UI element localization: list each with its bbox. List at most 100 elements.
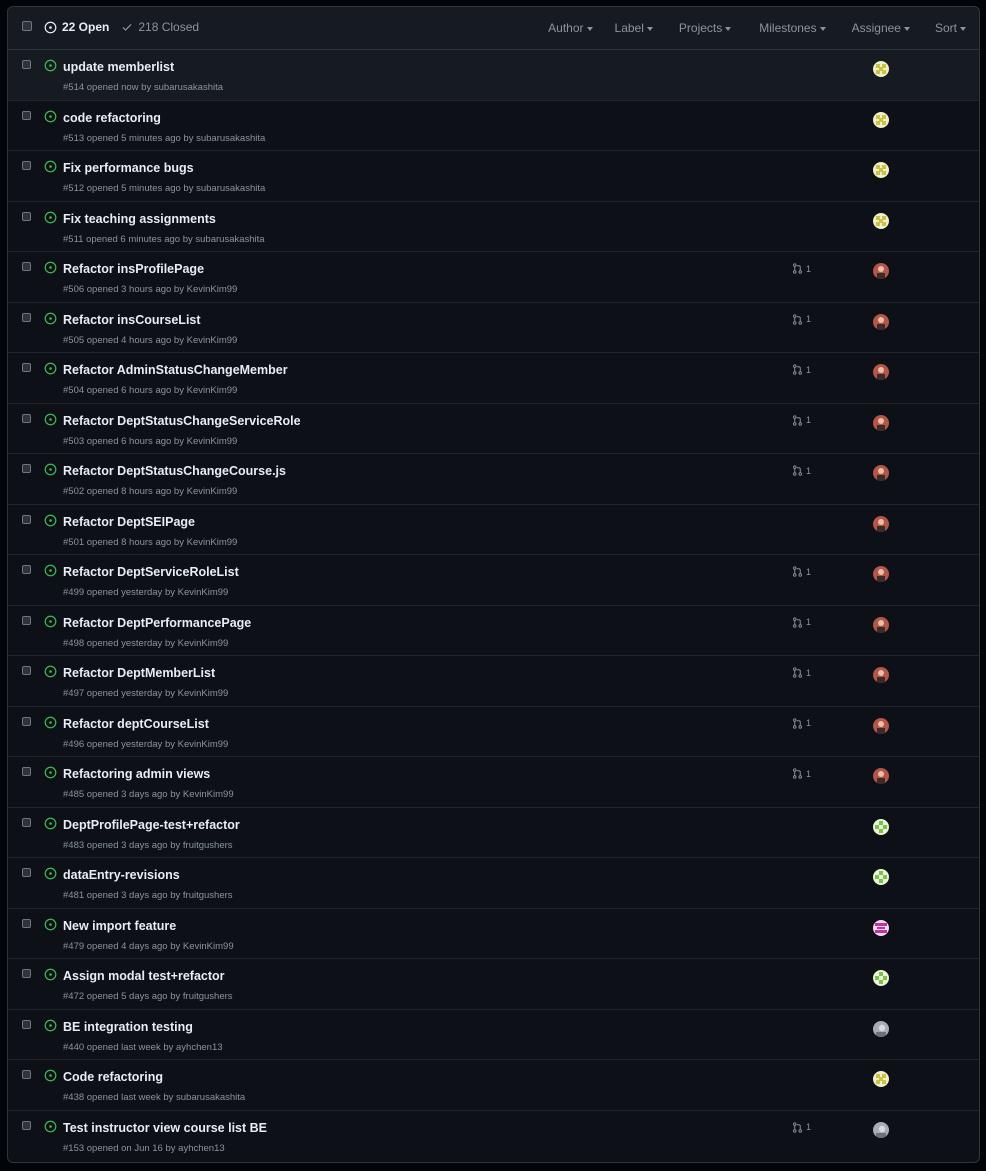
assignee-avatar[interactable] <box>873 869 889 885</box>
issue-checkbox[interactable] <box>22 716 31 726</box>
issue-checkbox[interactable] <box>22 868 31 877</box>
issue-row[interactable]: New import feature #479 opened 4 days ago… <box>8 909 979 959</box>
issue-row[interactable]: code refactoring #513 opened 5 minutes ag… <box>8 101 979 151</box>
assignee-avatar[interactable] <box>873 1020 889 1037</box>
linked-pull-requests[interactable]: 1 <box>792 616 811 628</box>
issue-title-link[interactable]: Refactor insProfilePage <box>63 262 204 276</box>
assignee-avatar[interactable] <box>873 1071 889 1087</box>
issue-title-link[interactable]: code refactoring <box>63 111 161 125</box>
issue-title-link[interactable]: Refactor DeptStatusChangeServiceRole <box>63 414 301 428</box>
issue-checkbox[interactable] <box>22 918 31 928</box>
linked-pull-requests[interactable]: 1 <box>792 414 811 426</box>
linked-pull-requests[interactable]: 1 <box>792 566 811 577</box>
issue-row[interactable]: Refactor DeptStatusChangeCourse.js #502 o… <box>8 454 979 505</box>
linked-pull-requests[interactable]: 1 <box>792 768 811 779</box>
linked-pull-requests[interactable]: 1 <box>792 1121 811 1133</box>
assignee-avatar[interactable] <box>873 364 889 380</box>
linked-pull-requests[interactable]: 1 <box>792 465 811 476</box>
assignee-filter[interactable]: Assignee <box>852 21 910 35</box>
assignee-avatar[interactable] <box>873 818 889 835</box>
issue-checkbox[interactable] <box>22 161 31 170</box>
issue-row[interactable]: Refactor insCourseList #505 opened 4 hour… <box>8 303 979 353</box>
sort-filter[interactable]: Sort <box>935 21 966 35</box>
issue-checkbox[interactable] <box>22 1019 31 1029</box>
assignee-avatar[interactable] <box>873 212 889 229</box>
closed-issues-tab[interactable]: 218 Closed <box>121 20 199 34</box>
issue-row[interactable]: DeptProfilePage-test+refactor #483 opened… <box>8 808 979 858</box>
assignee-avatar[interactable] <box>873 61 889 77</box>
assignee-avatar[interactable] <box>873 717 889 734</box>
issue-title-link[interactable]: Refactor DeptPerformancePage <box>63 616 251 630</box>
issue-row[interactable]: Code refactoring #438 opened last week by… <box>8 1060 979 1111</box>
issue-checkbox[interactable] <box>22 1120 31 1130</box>
issue-title-link[interactable]: Fix teaching assignments <box>63 212 216 226</box>
issue-title-link[interactable]: DeptProfilePage-test+refactor <box>63 818 240 832</box>
issue-title-link[interactable]: Fix performance bugs <box>63 161 194 175</box>
select-all-checkbox[interactable] <box>22 21 32 31</box>
issue-row[interactable]: dataEntry-revisions #481 opened 3 days ag… <box>8 858 979 909</box>
assignee-avatar[interactable] <box>873 667 889 683</box>
issue-title-link[interactable]: dataEntry-revisions <box>63 868 180 882</box>
issue-title-link[interactable]: Refactor AdminStatusChangeMember <box>63 363 288 377</box>
issue-checkbox[interactable] <box>22 464 31 473</box>
issue-row[interactable]: Refactor DeptMemberList #497 opened yeste… <box>8 656 979 707</box>
assignee-avatar[interactable] <box>873 313 889 330</box>
assignee-avatar[interactable] <box>873 616 889 633</box>
issue-row[interactable]: Refactor insProfilePage #506 opened 3 hou… <box>8 252 979 303</box>
issue-title-link[interactable]: Refactor insCourseList <box>63 313 201 327</box>
assignee-avatar[interactable] <box>873 566 889 582</box>
issue-title-link[interactable]: Refactoring admin views <box>63 767 210 781</box>
issue-checkbox[interactable] <box>22 767 31 776</box>
linked-pull-requests[interactable]: 1 <box>792 364 811 375</box>
issue-checkbox[interactable] <box>22 211 31 221</box>
issue-row[interactable]: BE integration testing #440 opened last w… <box>8 1010 979 1060</box>
issue-title-link[interactable]: Refactor DeptMemberList <box>63 666 215 680</box>
issue-row[interactable]: update memberlist #514 opened now by suba… <box>8 50 979 101</box>
milestones-filter[interactable]: Milestones <box>759 21 826 35</box>
issue-row[interactable]: Assign modal test+refactor #472 opened 5 … <box>8 959 979 1010</box>
issue-title-link[interactable]: Refactor DeptSEIPage <box>63 515 195 529</box>
issue-title-link[interactable]: Refactor DeptStatusChangeCourse.js <box>63 464 286 478</box>
issue-checkbox[interactable] <box>22 60 31 69</box>
assignee-avatar[interactable] <box>873 515 889 532</box>
issue-title-link[interactable]: BE integration testing <box>63 1020 193 1034</box>
issue-checkbox[interactable] <box>22 312 31 322</box>
linked-pull-requests[interactable]: 1 <box>792 667 811 678</box>
linked-pull-requests[interactable]: 1 <box>792 313 811 325</box>
issue-checkbox[interactable] <box>22 262 31 271</box>
issue-checkbox[interactable] <box>22 514 31 524</box>
issue-row[interactable]: Refactor DeptServiceRoleList #499 opened … <box>8 555 979 606</box>
assignee-avatar[interactable] <box>873 768 889 784</box>
author-filter[interactable]: Author <box>548 21 593 35</box>
linked-pull-requests[interactable]: 1 <box>792 263 811 274</box>
issue-title-link[interactable]: update memberlist <box>63 60 174 74</box>
issue-title-link[interactable]: New import feature <box>63 919 176 933</box>
issue-row[interactable]: Test instructor view course list BE #153 … <box>8 1111 979 1162</box>
assignee-avatar[interactable] <box>873 162 889 178</box>
label-filter[interactable]: Label <box>615 21 653 35</box>
issue-checkbox[interactable] <box>22 615 31 625</box>
assignee-avatar[interactable] <box>873 970 889 986</box>
issue-checkbox[interactable] <box>22 363 31 372</box>
issue-title-link[interactable]: Code refactoring <box>63 1070 163 1084</box>
issue-checkbox[interactable] <box>22 413 31 423</box>
projects-filter[interactable]: Projects <box>679 21 732 35</box>
issue-title-link[interactable]: Test instructor view course list BE <box>63 1121 267 1135</box>
linked-pull-requests[interactable]: 1 <box>792 717 811 729</box>
assignee-avatar[interactable] <box>873 919 889 936</box>
issue-title-link[interactable]: Assign modal test+refactor <box>63 969 225 983</box>
assignee-avatar[interactable] <box>873 465 889 481</box>
issue-checkbox[interactable] <box>22 817 31 827</box>
issue-checkbox[interactable] <box>22 969 31 978</box>
issue-row[interactable]: Refactor deptCourseList #496 opened yeste… <box>8 707 979 757</box>
issue-title-link[interactable]: Refactor DeptServiceRoleList <box>63 565 239 579</box>
issue-row[interactable]: Refactor DeptSEIPage #501 opened 8 hours … <box>8 505 979 555</box>
issue-checkbox[interactable] <box>22 1070 31 1079</box>
assignee-avatar[interactable] <box>873 1121 889 1138</box>
issue-checkbox[interactable] <box>22 110 31 120</box>
assignee-avatar[interactable] <box>873 111 889 128</box>
issue-checkbox[interactable] <box>22 666 31 675</box>
issue-row[interactable]: Refactor AdminStatusChangeMember #504 ope… <box>8 353 979 404</box>
issue-row[interactable]: Refactoring admin views #485 opened 3 day… <box>8 757 979 808</box>
issue-row[interactable]: Fix performance bugs #512 opened 5 minute… <box>8 151 979 202</box>
